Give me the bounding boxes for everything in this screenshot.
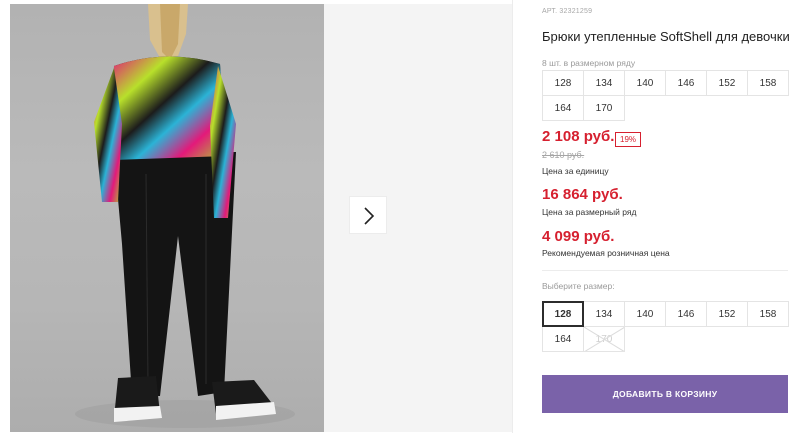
rrp-price: 4 099 руб. <box>542 228 615 245</box>
product-photo-illustration <box>75 4 295 428</box>
product-info-panel: АРТ. 32321259 Брюки утепленные SoftShell… <box>513 0 800 433</box>
chevron-right-icon <box>364 207 375 225</box>
pack-size-cell: 134 <box>583 70 625 96</box>
product-photo[interactable] <box>10 4 324 432</box>
size-picker-label: Выберите размер: <box>542 281 615 291</box>
pack-size-cell: 164 <box>542 95 584 121</box>
size-option-140[interactable]: 140 <box>624 301 666 327</box>
pack-size-cell: 170 <box>583 95 625 121</box>
pack-size-cell: 158 <box>747 70 789 96</box>
unit-price: 2 108 руб. <box>542 128 615 145</box>
rrp-price-caption: Рекомендуемая розничная цена <box>542 248 670 258</box>
pack-size-cell: 146 <box>665 70 707 96</box>
pack-size-cell: 152 <box>706 70 748 96</box>
pack-size-cell: 140 <box>624 70 666 96</box>
old-price: 2 610 руб. <box>542 150 585 160</box>
size-option-134[interactable]: 134 <box>583 301 625 327</box>
size-option-152[interactable]: 152 <box>706 301 748 327</box>
gallery-next-button[interactable] <box>349 196 387 234</box>
pack-size-cell: 128 <box>542 70 584 96</box>
size-option-146[interactable]: 146 <box>665 301 707 327</box>
product-title: Брюки утепленные SoftShell для девочки <box>542 29 790 44</box>
size-option-158[interactable]: 158 <box>747 301 789 327</box>
product-gallery <box>0 0 512 433</box>
pack-size-note: 8 шт. в размерном ряду <box>542 58 636 68</box>
size-picker: 128 134 140 146 152 158 164 170 <box>542 301 789 352</box>
unit-price-caption: Цена за единицу <box>542 166 609 176</box>
add-to-cart-button[interactable]: ДОБАВИТЬ В КОРЗИНУ <box>542 375 788 413</box>
size-option-164[interactable]: 164 <box>542 326 584 352</box>
size-option-128[interactable]: 128 <box>542 301 584 327</box>
pack-price-caption: Цена за размерный ряд <box>542 207 637 217</box>
unavailable-cross-icon <box>584 327 624 351</box>
pack-size-table: 128 134 140 146 152 158 164 170 <box>542 70 789 121</box>
pack-price: 16 864 руб. <box>542 186 623 203</box>
product-sku: АРТ. 32321259 <box>542 8 593 15</box>
section-divider <box>542 270 788 271</box>
discount-badge: 19% <box>615 132 642 147</box>
size-option-170-unavailable[interactable]: 170 <box>583 326 625 352</box>
